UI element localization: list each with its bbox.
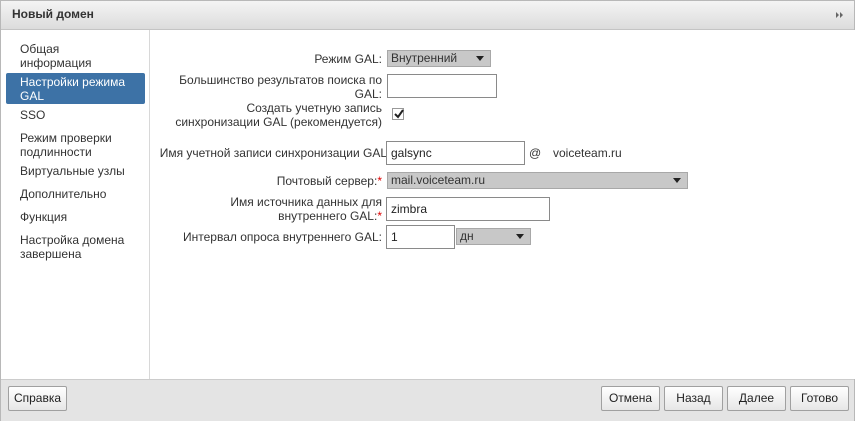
sync-account-domain: voiceteam.ru	[553, 146, 622, 160]
create-sync-account-label-line2: синхронизации GAL (рекомендуется)	[175, 115, 382, 129]
gal-mode-label: Режим GAL:	[314, 52, 382, 66]
mail-server-label: Почтовый сервер:*	[277, 174, 382, 188]
step-domain-setup-complete[interactable]: Настройка домена завершена	[6, 233, 145, 261]
required-marker: *	[377, 174, 382, 188]
cancel-button[interactable]: Отмена	[601, 386, 660, 411]
back-button[interactable]: Назад	[664, 386, 723, 411]
datasource-name-label: Имя источника данных для внутреннего GAL…	[230, 195, 382, 223]
create-sync-account-label: Создать учетную запись синхронизации GAL…	[175, 101, 382, 129]
create-sync-account-label-line1: Создать учетную запись	[246, 101, 382, 115]
max-results-label: Большинство результатов поиска по GAL:	[179, 73, 382, 101]
create-sync-account-checkbox[interactable]	[392, 108, 404, 120]
step-authentication-mode[interactable]: Режим проверки подлинности	[6, 131, 145, 159]
polling-interval-input[interactable]: 1	[386, 225, 455, 249]
datasource-name-label-line2: внутреннего GAL:	[278, 209, 378, 223]
finish-button[interactable]: Готово	[790, 386, 849, 411]
next-button[interactable]: Далее	[727, 386, 786, 411]
chevron-down-icon	[476, 56, 484, 61]
checkmark-icon	[394, 109, 404, 119]
sync-account-input[interactable]: galsync	[386, 141, 525, 165]
mail-server-value: mail.voiceteam.ru	[391, 173, 486, 187]
datasource-name-input[interactable]: zimbra	[386, 197, 550, 221]
step-virtual-hosts[interactable]: Виртуальные узлы	[6, 164, 145, 178]
chevron-down-icon	[673, 178, 681, 183]
dialog-titlebar: Новый домен	[1, 1, 854, 30]
dialog-title: Новый домен	[12, 7, 94, 21]
double-chevron-right-icon[interactable]	[834, 9, 846, 21]
chevron-down-icon	[516, 234, 524, 239]
help-button[interactable]: Справка	[8, 386, 67, 411]
sync-account-label: Имя учетной записи синхронизации GAL	[159, 146, 387, 160]
mail-server-label-text: Почтовый сервер:	[276, 174, 378, 188]
required-marker: *	[377, 209, 382, 223]
gal-mode-value: Внутренний	[391, 51, 458, 65]
gal-mode-select[interactable]: Внутренний	[387, 50, 491, 67]
step-general-info[interactable]: Общая информация	[6, 42, 145, 70]
datasource-name-label-line1: Имя источника данных для	[230, 195, 382, 209]
max-results-label-line2: GAL:	[354, 87, 382, 101]
polling-interval-unit-value: дн	[460, 229, 474, 243]
max-results-input[interactable]	[387, 74, 497, 98]
at-sign: @	[529, 146, 542, 160]
mail-server-select[interactable]: mail.voiceteam.ru	[387, 172, 688, 189]
step-gal-mode-settings[interactable]: Настройки режима GAL	[6, 73, 145, 104]
polling-interval-label: Интервал опроса внутреннего GAL:	[183, 230, 382, 244]
step-feature[interactable]: Функция	[6, 210, 145, 224]
gal-settings-form: Режим GAL: Внутренний Большинство резуль…	[149, 30, 855, 379]
wizard-steps-sidebar: Общая информация Настройки режима GAL SS…	[1, 30, 149, 379]
new-domain-dialog: Новый домен Общая информация Настройки р…	[0, 0, 855, 421]
polling-interval-unit-select[interactable]: дн	[456, 228, 531, 245]
step-sso[interactable]: SSO	[6, 108, 145, 122]
max-results-label-line1: Большинство результатов поиска по	[179, 73, 382, 87]
step-advanced[interactable]: Дополнительно	[6, 187, 145, 201]
dialog-footer: Справка Отмена Назад Далее Готово	[1, 379, 854, 421]
